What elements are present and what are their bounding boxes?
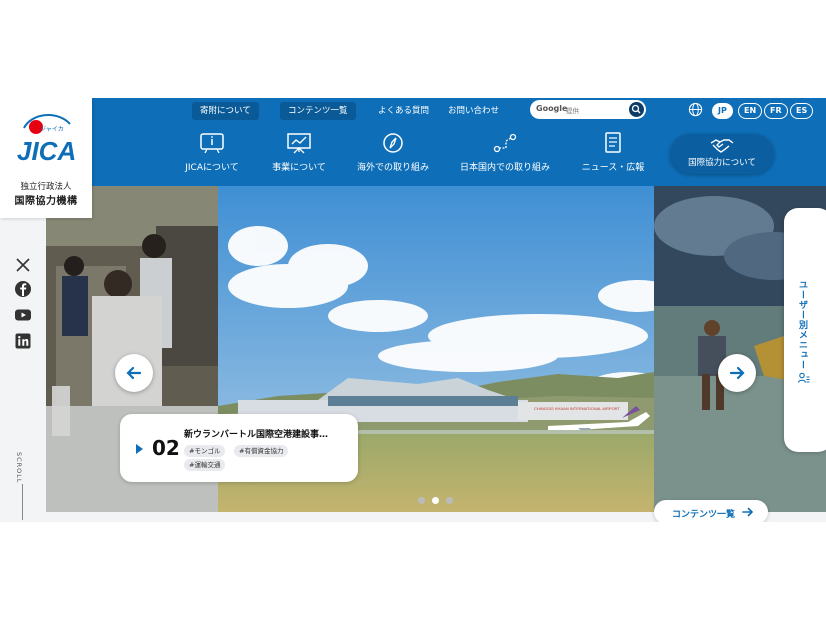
util-link-donation[interactable]: 寄附について — [192, 102, 259, 120]
linkedin-icon[interactable] — [14, 332, 32, 350]
google-logo: Google — [536, 104, 568, 113]
nav-overseas[interactable]: 海外での取り組み — [338, 132, 448, 173]
util-link-contact[interactable]: お問い合わせ — [440, 102, 507, 120]
arrow-left-icon — [126, 366, 142, 380]
nav-label: ニュース・広報 — [581, 163, 645, 173]
scroll-indicator-line — [22, 484, 23, 520]
contents-list-button[interactable]: コンテンツ一覧 — [654, 500, 768, 522]
logo-small-text: ジャイカ — [40, 126, 64, 133]
tag-transport[interactable]: #運輸交通 — [184, 459, 226, 471]
x-icon[interactable] — [14, 256, 32, 274]
nav-international-cooperation[interactable]: 国際協力について — [670, 134, 774, 174]
lang-es[interactable]: ES — [790, 103, 814, 119]
document-icon — [605, 132, 621, 153]
slider-prev-button[interactable] — [115, 354, 153, 392]
slider-dot-3[interactable] — [446, 497, 453, 504]
info-board-icon — [200, 133, 224, 154]
scroll-indicator-label: SCROLL — [15, 452, 23, 484]
search-input[interactable]: 提供 — [566, 105, 579, 115]
main-nav: JICAについて 事業について 海外での取り組み 日本国内での取り組み ニュース… — [92, 126, 826, 184]
play-icon — [136, 444, 143, 454]
page-frame: JICA ジャイカ 独立行政法人 国際協力機構 寄附について コンテンツ一覧 よ… — [0, 98, 826, 522]
nav-label: 国際協力について — [688, 158, 756, 168]
tag-mongolia[interactable]: #モンゴル — [184, 445, 226, 457]
route-map-icon — [493, 133, 517, 153]
org-type-label: 独立行政法人 — [20, 182, 72, 192]
lang-en[interactable]: EN — [738, 103, 763, 119]
search-button[interactable] — [629, 102, 644, 117]
org-name-label: 国際協力機構 — [14, 196, 78, 207]
contents-list-label: コンテンツ一覧 — [672, 510, 736, 520]
lang-fr[interactable]: FR — [764, 103, 788, 119]
site-header: 寄附について コンテンツ一覧 よくある質問 お問い合わせ Google 提供 J… — [92, 98, 826, 186]
jica-logo-icon: JICA — [17, 114, 76, 166]
lang-jp[interactable]: JP — [712, 103, 733, 119]
facebook-icon[interactable] — [14, 280, 32, 298]
user-list-icon — [798, 372, 810, 383]
svg-text:JICA: JICA — [17, 136, 76, 166]
slider-dot-2[interactable] — [432, 497, 439, 504]
nav-news[interactable]: ニュース・広報 — [558, 132, 668, 173]
handshake-icon — [710, 139, 734, 153]
slide-number: 02 — [152, 436, 180, 460]
search-box[interactable]: Google 提供 — [530, 100, 646, 119]
compass-icon — [383, 133, 403, 153]
slider-dot-1[interactable] — [418, 497, 425, 504]
presentation-board-icon — [287, 133, 311, 154]
util-link-faq[interactable]: よくある質問 — [370, 102, 437, 120]
search-icon — [631, 104, 641, 114]
site-logo[interactable]: JICA ジャイカ 独立行政法人 国際協力機構 — [0, 98, 92, 218]
slider-next-button[interactable] — [718, 354, 756, 392]
airport-sign: CHINGGIS KHAAN INTERNATIONAL AIRPORT — [534, 406, 620, 411]
nav-domestic[interactable]: 日本国内での取り組み — [450, 132, 560, 173]
user-menu-label: ユーザー別メニュー — [797, 280, 807, 370]
arrow-right-icon — [742, 507, 754, 517]
tag-loan-aid[interactable]: #有償資金協力 — [234, 445, 289, 457]
nav-label: 海外での取り組み — [356, 163, 429, 173]
slide-title: 新ウランバートル国際空港建設事… — [184, 430, 329, 440]
globe-icon — [688, 102, 703, 117]
user-menu-tab[interactable]: ユーザー別メニュー — [784, 208, 826, 452]
utility-nav: 寄附について コンテンツ一覧 よくある質問 お問い合わせ Google 提供 J… — [92, 98, 826, 122]
nav-label: 日本国内での取り組み — [459, 163, 550, 173]
arrow-right-icon — [729, 366, 745, 380]
slide-caption-card[interactable]: 02 新ウランバートル国際空港建設事… #モンゴル #有償資金協力 #運輸交通 — [120, 414, 358, 482]
youtube-icon[interactable] — [14, 306, 32, 324]
util-link-contents[interactable]: コンテンツ一覧 — [280, 102, 356, 120]
